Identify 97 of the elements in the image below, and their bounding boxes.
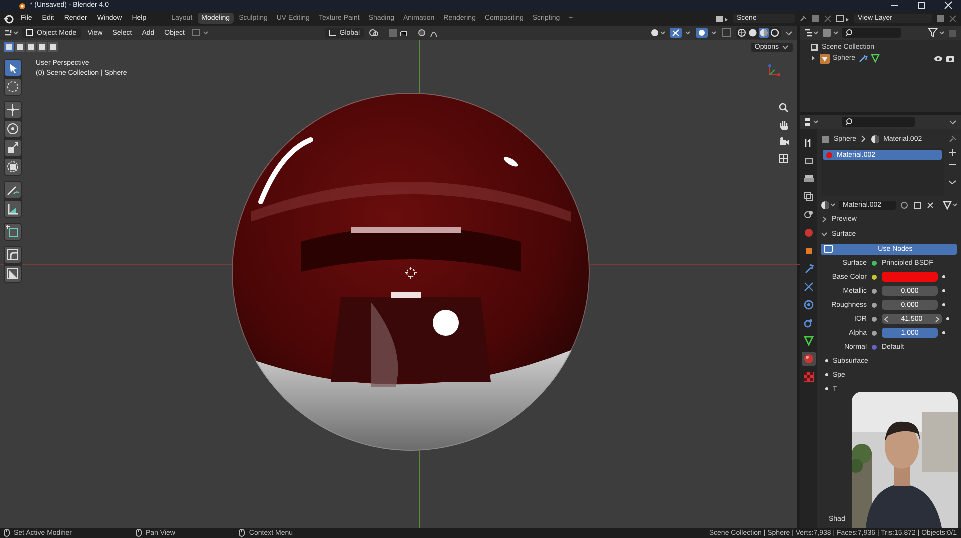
object-icon [821,134,830,144]
socket-dot-icon[interactable] [872,344,877,350]
axes-icon [328,29,337,37]
mouse-icon [239,529,246,537]
blender-logo-icon[interactable] [4,14,14,24]
scale-icon[interactable] [5,140,21,156]
duplicate-icon[interactable] [913,200,922,210]
rotate-icon[interactable] [5,121,21,137]
color-swatch[interactable] [882,272,938,282]
object-icon [820,54,830,64]
expand-icon[interactable] [810,55,817,62]
display-mode-icon[interactable] [822,28,838,38]
rendered-shading-icon[interactable] [770,28,780,38]
socket-dot-icon[interactable] [872,330,877,336]
select-tool-icon[interactable] [5,60,21,76]
select-mode-icon[interactable] [48,42,58,52]
select-mode-icon[interactable] [15,42,25,52]
overlay-icon[interactable] [696,28,718,38]
inset-icon[interactable] [5,266,21,282]
bevel-icon[interactable] [5,247,21,263]
material-sphere-icon[interactable] [802,352,816,366]
keyframe-dot-icon[interactable] [946,317,950,321]
socket-dot-icon[interactable] [872,274,877,280]
keyframe-dot-icon[interactable] [942,331,946,335]
orbit-icon[interactable] [802,298,816,312]
triangle-icon[interactable] [802,334,816,348]
pencil-icon[interactable] [5,182,21,198]
editor-type-icon[interactable] [4,28,18,38]
add-cube-icon[interactable] [5,224,21,240]
filter-icon[interactable] [928,28,944,38]
grid-icon[interactable] [779,154,789,164]
3d-cursor-icon[interactable] [405,267,417,279]
keyframe-dot-icon[interactable] [942,289,946,293]
gizmo-icon[interactable] [670,28,692,38]
eye-icon[interactable] [934,54,943,62]
zoom-icon[interactable] [779,103,789,113]
modifier-icon [858,54,868,63]
ruler-icon[interactable] [5,201,21,217]
unlink-icon[interactable] [926,200,935,210]
dropdown-icon[interactable] [949,118,957,126]
properties-icon[interactable] [804,117,818,127]
material-browse-icon[interactable] [821,200,835,210]
socket-dot-icon[interactable] [872,260,877,266]
mouse-icon [136,529,142,537]
chevron-right-icon [860,135,867,143]
transform-icon[interactable] [5,159,21,175]
search-icon [845,118,853,126]
keyframe-dot-icon[interactable] [942,275,946,279]
nodes-icon [824,245,833,253]
select-mode-icon[interactable] [26,42,36,52]
socket-dot-icon[interactable] [872,288,877,294]
particles-icon[interactable] [802,280,816,294]
wireframe-shading-icon[interactable] [737,28,747,38]
select-mode-icon[interactable] [37,42,47,52]
mode-options-icon[interactable] [192,28,210,38]
material-sphere-icon [870,134,880,144]
visibility-icon[interactable] [650,28,666,38]
collection-icon [810,43,819,52]
dropdown-icon[interactable] [948,178,956,187]
copy-icon[interactable] [811,14,820,23]
bullet-icon[interactable] [825,387,829,391]
search-icon [845,29,853,37]
bullet-icon[interactable] [825,373,829,377]
hand-icon[interactable] [779,120,789,130]
search-field[interactable] [842,28,901,38]
decrement-icon[interactable] [884,316,889,322]
node-tree-icon[interactable] [943,200,957,210]
material-shading-icon[interactable] [759,28,769,38]
socket-dot-icon[interactable] [872,316,877,322]
select-mode-icon[interactable] [4,42,14,52]
blender-logo-icon [18,2,26,10]
fake-user-icon[interactable] [900,200,909,210]
circle-select-icon[interactable] [5,79,21,95]
solid-shading-icon[interactable] [748,28,758,38]
material-dot-icon [826,152,833,158]
mesh-data-icon [870,54,880,63]
checker-icon[interactable] [802,370,816,384]
camera-icon[interactable] [946,54,955,62]
mouse-icon [4,529,10,537]
chevron-right-icon[interactable] [821,216,828,223]
bullet-icon[interactable] [825,359,829,363]
cube-icon [26,29,34,37]
scene-icon[interactable] [715,14,729,24]
socket-dot-icon[interactable] [872,302,877,308]
increment-icon[interactable] [935,316,940,322]
image-stack-icon[interactable] [802,190,816,204]
maximize-icon[interactable] [917,1,926,10]
axis-gizmo-icon[interactable] [767,63,783,77]
xray-icon[interactable] [722,28,732,38]
move-icon[interactable] [5,102,21,118]
camera-icon[interactable] [779,137,789,147]
copy-icon[interactable] [936,14,945,23]
keyframe-dot-icon[interactable] [942,303,946,307]
chevron-down-icon[interactable] [821,231,828,238]
outliner-icon[interactable] [804,28,818,38]
search-field[interactable] [842,117,915,127]
add-icon[interactable] [948,148,956,157]
